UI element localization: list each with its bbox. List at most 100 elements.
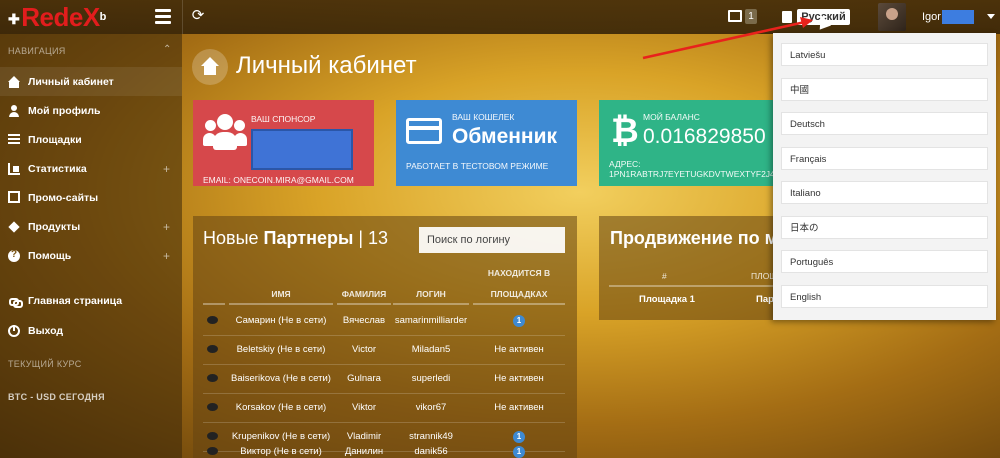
balance-address: 1PN1RABTRJ7EYETUGKDVTWEXTYF2J4JYQ	[609, 169, 774, 179]
grid-icon	[8, 133, 20, 146]
sites-badge[interactable]: 1	[513, 315, 525, 327]
col-header-surname[interactable]: Фамилия	[337, 289, 391, 299]
language-option-portuguese[interactable]: Português	[781, 250, 988, 273]
row-name: Korsakov (Не в сети)	[235, 402, 327, 413]
table-row[interactable]: Korsakov (Не в сети) Viktor vikor67 Не а…	[203, 394, 565, 423]
refresh-icon[interactable]: ⟳	[188, 6, 208, 26]
table-row[interactable]: Beletskiy (Не в сети) Victor Miladan5 Не…	[203, 336, 565, 365]
row-name: Виктор (Не в сети)	[240, 446, 322, 457]
menu-toggle-icon[interactable]	[155, 9, 171, 24]
messages-icon[interactable]	[728, 10, 742, 22]
credit-card-icon	[406, 118, 442, 144]
expand-plus-icon[interactable]: +	[163, 162, 170, 176]
row-login: samarinmilliarder	[394, 315, 468, 326]
table-row[interactable]: Самарин (Не в сети) Вячеслав samarinmill…	[203, 307, 565, 336]
user-icon	[8, 104, 20, 117]
header-underline	[337, 303, 391, 305]
promo-row-site: Площадка 1	[639, 294, 695, 305]
logo-x: X	[82, 2, 100, 32]
chat-icon[interactable]	[207, 374, 218, 382]
row-name: Beletskiy (Не в сети)	[236, 344, 326, 355]
sidebar-item-label: Площадки	[28, 133, 82, 146]
home-icon	[201, 57, 219, 75]
logo-text: Rede	[21, 2, 83, 32]
header-underline	[229, 303, 333, 305]
logo[interactable]: ✚RedeXb	[8, 3, 143, 31]
balance-address-label: АДРЕС:	[609, 159, 641, 169]
col-header-sites-1[interactable]: Находится в	[473, 268, 565, 278]
sidebar-item-label: Главная страница	[28, 294, 123, 307]
users-icon	[203, 114, 247, 154]
topbar-divider	[182, 0, 183, 34]
language-option-latvian[interactable]: Latviešu	[781, 43, 988, 66]
logo-suffix: b	[99, 11, 107, 23]
sites-badge[interactable]: 1	[513, 446, 525, 458]
sidebar-item-statistics[interactable]: Статистика +	[0, 154, 182, 183]
language-option-english[interactable]: English	[781, 285, 988, 308]
power-icon	[8, 324, 20, 337]
table-row[interactable]: Baiserikova (Не в сети) Gulnara superled…	[203, 365, 565, 394]
monitor-icon	[8, 190, 20, 203]
sidebar-item-profile[interactable]: Мой профиль	[0, 96, 182, 125]
partners-title-b: Партнеры	[263, 228, 354, 248]
language-option-chinese[interactable]: 中國	[781, 78, 988, 101]
header-underline	[609, 285, 774, 287]
user-menu[interactable]: Igor	[872, 0, 1000, 34]
sidebar-item-home-page[interactable]: Главная страница	[0, 286, 182, 315]
chat-icon[interactable]	[207, 403, 218, 411]
row-sites: Не активен	[494, 402, 544, 413]
sidebar-item-products[interactable]: Продукты +	[0, 212, 182, 241]
redacted-block	[251, 129, 353, 170]
sidebar-item-logout[interactable]: Выход	[0, 316, 182, 345]
sidebar-item-label: Промо-сайты	[28, 191, 99, 204]
expand-plus-icon[interactable]: +	[163, 249, 170, 263]
sponsor-card: Ваш спонсор EMAIL: ONECOIN.MIRA@GMAIL.CO…	[193, 100, 374, 186]
col-header-login[interactable]: Логин	[393, 289, 469, 299]
language-dropdown: Latviešu 中國 Deutsch Français Italiano 日本…	[773, 33, 996, 320]
promo-row-partial: Пар	[756, 294, 774, 305]
col-header-num[interactable]: #	[662, 271, 667, 281]
sidebar-section-nav: Навигация	[8, 46, 66, 56]
user-name: Igor	[922, 11, 941, 23]
row-surname: Gulnara	[347, 373, 381, 384]
sidebar-item-sites[interactable]: Площадки	[0, 125, 182, 154]
row-login: superledi	[411, 373, 451, 384]
language-option-japanese[interactable]: 日本の	[781, 216, 988, 239]
promotion-title: Продвижение по м	[610, 228, 778, 248]
promotion-panel: Продвижение по м # Площ Площадка 1 Пар	[599, 216, 778, 320]
expand-plus-icon[interactable]: +	[163, 220, 170, 234]
home-icon	[8, 75, 20, 88]
avatar	[878, 3, 906, 31]
header-underline	[473, 303, 565, 305]
row-sites: Не активен	[494, 344, 544, 355]
chat-icon[interactable]	[207, 316, 218, 324]
table-row[interactable]: Виктор (Не в сети) Данилин danik56 1	[203, 438, 565, 458]
balance-card: ₿ Мой баланс 0.016829850 АДРЕС: 1PN1RABT…	[599, 100, 774, 186]
book-icon	[782, 11, 793, 23]
sidebar-item-help[interactable]: Помощь +	[0, 241, 182, 270]
rate-label: BTC - USD сегодня	[8, 392, 105, 402]
sidebar-item-promo-sites[interactable]: Промо-сайты	[0, 183, 182, 212]
wallet-value: Обменник	[452, 125, 558, 148]
sidebar-item-dashboard[interactable]: Личный кабинет	[0, 67, 182, 96]
col-header-sites-2[interactable]: площадках	[473, 289, 565, 299]
chevron-up-icon[interactable]: ⌃	[163, 44, 171, 55]
chat-icon[interactable]	[207, 447, 218, 455]
row-login: vikor67	[415, 402, 447, 413]
login-search-input[interactable]	[419, 227, 565, 253]
row-surname: Вячеслав	[342, 315, 386, 326]
top-bar: ✚RedeXb ⟳ 1 Русский Igor	[0, 0, 1000, 34]
row-surname: Victor	[351, 344, 377, 355]
sponsor-email: EMAIL: ONECOIN.MIRA@GMAIL.COM	[203, 175, 354, 185]
language-option-german[interactable]: Deutsch	[781, 112, 988, 135]
language-option-italian[interactable]: Italiano	[781, 181, 988, 204]
sidebar: Навигация ⌃ Личный кабинет Мой профиль П…	[0, 34, 182, 458]
partners-count: | 13	[358, 228, 389, 248]
caret-down-icon	[987, 14, 995, 19]
row-login: danik56	[414, 446, 448, 457]
language-option-french[interactable]: Français	[781, 147, 988, 170]
col-header-name[interactable]: Имя	[229, 289, 333, 299]
sponsor-label: Ваш спонсор	[251, 114, 316, 124]
chat-icon[interactable]	[207, 345, 218, 353]
row-name: Самарин (Не в сети)	[235, 315, 327, 326]
